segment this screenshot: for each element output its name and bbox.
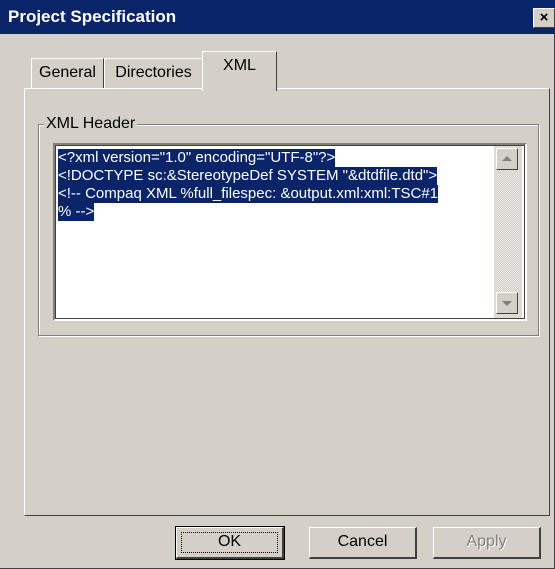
xml-header-line-4: % -->	[58, 203, 95, 221]
cancel-button-label: Cancel	[337, 533, 388, 550]
tab-xml-label: XML	[223, 57, 256, 74]
arrow-down-icon	[502, 301, 512, 306]
scroll-down-button[interactable]	[496, 292, 518, 314]
apply-button-label: Apply	[466, 533, 507, 550]
xml-header-text[interactable]: <?xml version="1.0" encoding="UTF-8"?> <…	[58, 149, 490, 221]
xml-header-line-3: <!-- Compaq XML %full_filespec: &output.…	[58, 185, 439, 203]
tab-directories[interactable]: Directories	[104, 58, 203, 88]
xml-header-line-1: <?xml version="1.0" encoding="UTF-8"?>	[58, 149, 336, 167]
cancel-button[interactable]: Cancel	[309, 527, 417, 559]
xml-header-line-2: <!DOCTYPE sc:&StereotypeDef SYSTEM "&dtd…	[58, 167, 438, 185]
ok-button[interactable]: OK	[175, 526, 285, 560]
close-icon[interactable]: ×	[533, 8, 555, 28]
vertical-scrollbar[interactable]	[494, 146, 522, 318]
xml-header-textarea[interactable]: <?xml version="1.0" encoding="UTF-8"?> <…	[53, 143, 527, 321]
tab-directories-label: Directories	[115, 64, 192, 81]
apply-button[interactable]: Apply	[433, 527, 541, 559]
scroll-up-button[interactable]	[496, 148, 518, 170]
window-title: Project Specification	[8, 7, 177, 26]
project-specification-dialog: Project Specification × General Director…	[0, 0, 555, 569]
tab-general[interactable]: General	[31, 58, 104, 88]
tab-xml[interactable]: XML	[202, 51, 277, 91]
arrow-up-icon	[502, 156, 512, 161]
xml-header-group-label: XML Header	[44, 114, 138, 134]
focus-rect	[181, 532, 278, 553]
title-bar[interactable]: Project Specification ×	[0, 0, 555, 34]
tab-general-label: General	[39, 64, 96, 81]
